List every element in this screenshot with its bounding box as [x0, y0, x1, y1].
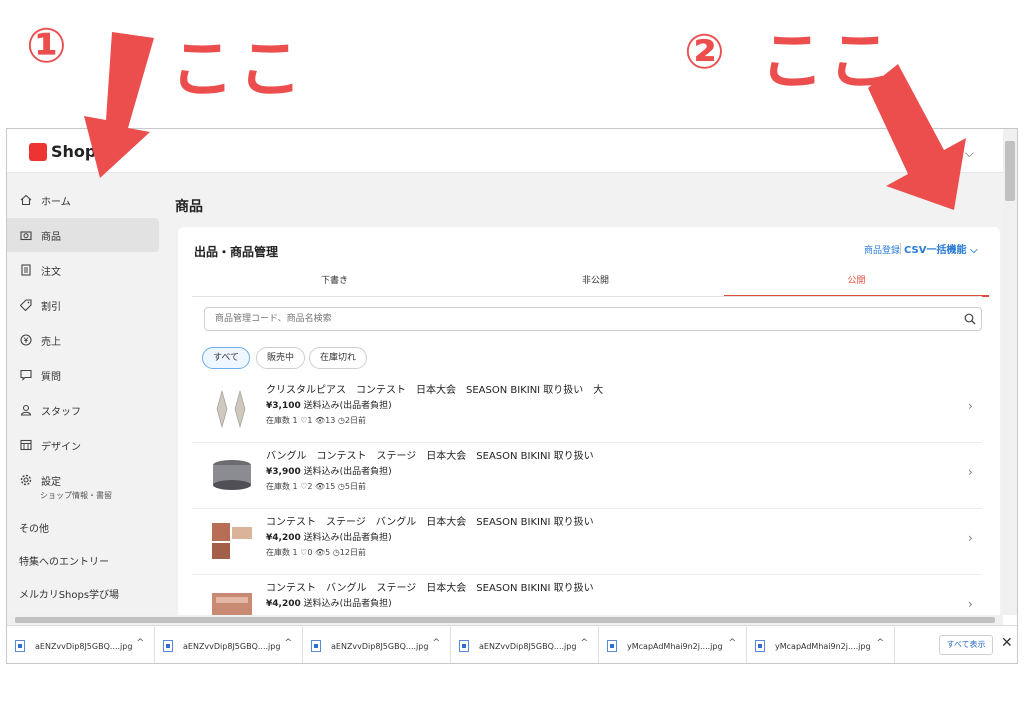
arrow-two	[868, 64, 966, 210]
annotation-arrows	[84, 32, 966, 210]
arrow-one	[84, 32, 154, 178]
